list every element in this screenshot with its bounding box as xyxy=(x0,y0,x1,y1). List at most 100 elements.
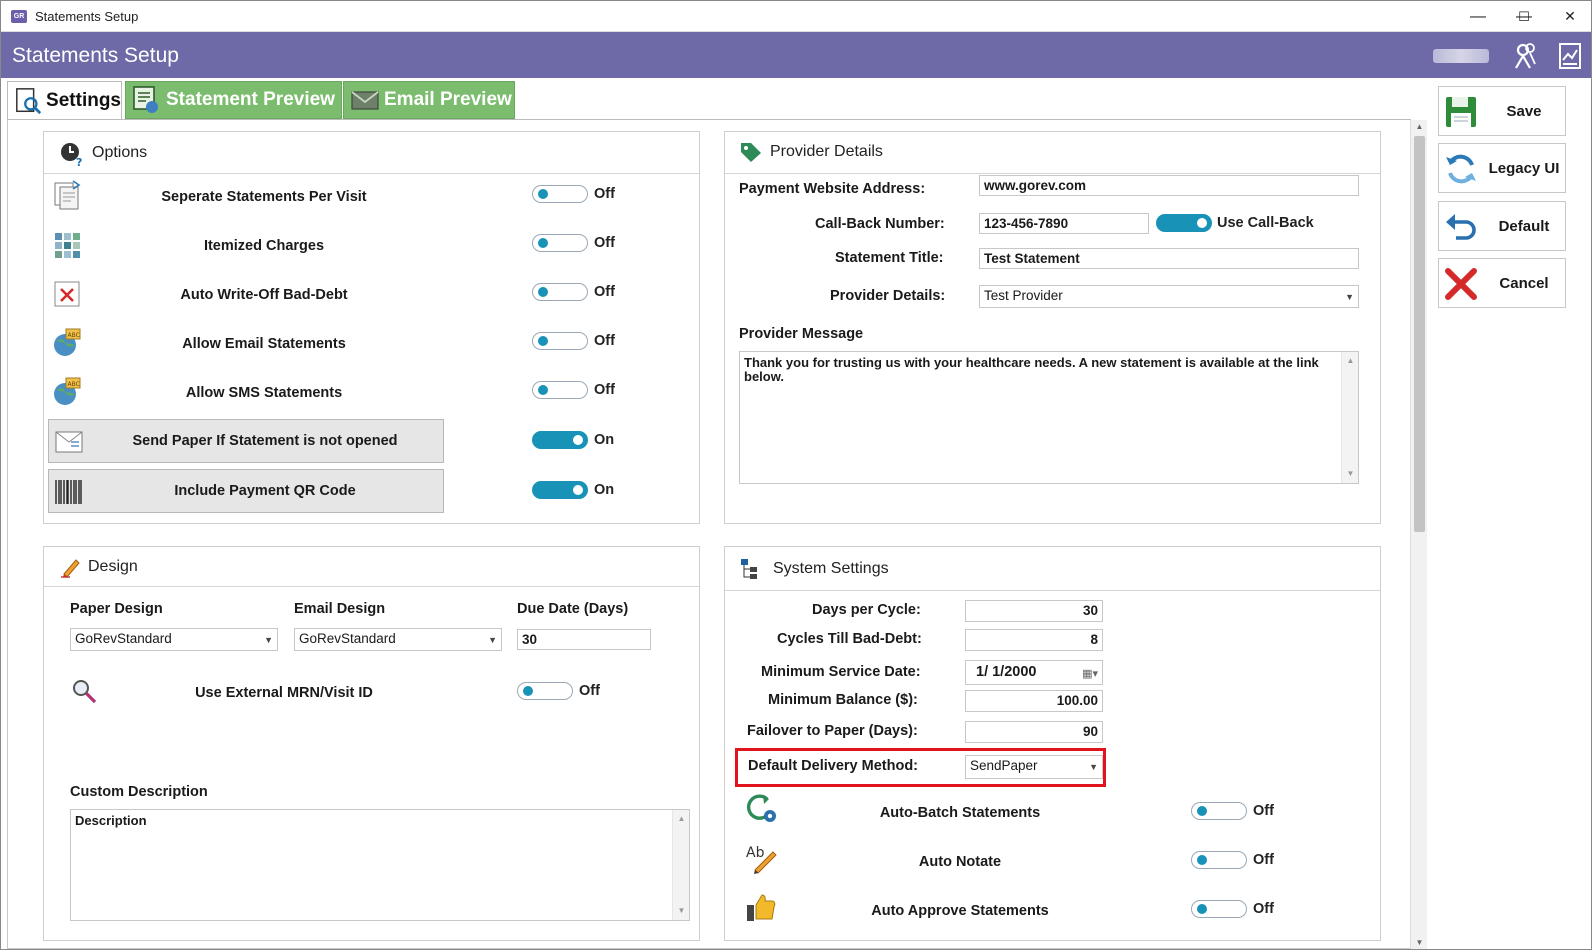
design-panel: Design Paper Design GoRevStandard ▼ Emai… xyxy=(43,546,700,941)
min-balance-input[interactable]: 100.00 xyxy=(965,690,1103,712)
toggle-allow-sms[interactable] xyxy=(532,381,588,399)
scroll-thumb[interactable] xyxy=(1414,136,1425,532)
tab-statement-preview[interactable]: Statement Preview xyxy=(125,81,342,119)
provider-details-panel: Provider Details Payment Website Address… xyxy=(724,131,1381,524)
svg-text:ABC: ABC xyxy=(68,332,80,339)
globe-email-icon: ABC xyxy=(54,328,81,356)
scroll-up-arrow[interactable]: ▲ xyxy=(1411,122,1428,131)
cycles-bad-debt-input[interactable]: 8 xyxy=(965,629,1103,651)
paper-design-value: GoRevStandard xyxy=(75,631,172,646)
toggle-state-sms: Off xyxy=(594,382,615,398)
paper-design-label: Paper Design xyxy=(70,601,163,617)
auto-batch-icon xyxy=(747,794,776,822)
barcode-icon xyxy=(55,480,82,504)
toggle-state-send-paper: On xyxy=(594,432,615,448)
report-icon[interactable] xyxy=(1557,42,1583,70)
design-header: Design xyxy=(44,547,699,587)
page-title: Statements Setup xyxy=(12,44,179,67)
undo-icon xyxy=(1446,214,1476,240)
toggle-auto-batch[interactable] xyxy=(1191,802,1247,820)
users-icon[interactable] xyxy=(1513,42,1539,70)
chevron-down-icon: ▼ xyxy=(1345,291,1354,302)
provider-details-select[interactable]: Test Provider ▼ xyxy=(979,285,1359,308)
send-paper-row[interactable]: Send Paper If Statement is not opened xyxy=(48,419,444,463)
description-scrollbar[interactable]: ▲ ▼ xyxy=(672,810,689,920)
tab-email-preview-label: Email Preview xyxy=(384,89,512,110)
cancel-button[interactable]: Cancel xyxy=(1438,258,1566,308)
email-design-value: GoRevStandard xyxy=(299,631,396,646)
toggle-itemized-charges[interactable] xyxy=(532,234,588,252)
statement-title-label: Statement Title: xyxy=(835,250,944,266)
option-label-qr-code: Include Payment QR Code xyxy=(174,483,356,499)
toggle-state-auto-approve: Off xyxy=(1253,901,1274,917)
auto-approve-label: Auto Approve Statements xyxy=(871,903,1049,919)
option-label-email: Allow Email Statements xyxy=(182,336,346,352)
toggle-external-mrn[interactable] xyxy=(517,682,573,700)
legacy-ui-button[interactable]: Legacy UI xyxy=(1438,143,1566,193)
delivery-method-select[interactable]: SendPaper ▼ xyxy=(965,755,1103,779)
paper-design-select[interactable]: GoRevStandard ▼ xyxy=(70,628,278,651)
options-panel: ? Options Seperate Statements Per Visit … xyxy=(43,131,700,524)
scroll-down-arrow[interactable]: ▼ xyxy=(1411,938,1428,947)
message-scroll-down[interactable]: ▼ xyxy=(1342,467,1359,481)
days-per-cycle-input[interactable]: 30 xyxy=(965,600,1103,622)
option-label-sms: Allow SMS Statements xyxy=(185,385,343,401)
qr-code-row[interactable]: Include Payment QR Code xyxy=(48,469,444,513)
due-date-label: Due Date (Days) xyxy=(517,601,629,617)
min-balance-label: Minimum Balance ($): xyxy=(768,692,918,708)
magnifier-icon xyxy=(73,680,97,704)
chevron-down-icon: ▼ xyxy=(1089,762,1098,772)
message-scroll-up[interactable]: ▲ xyxy=(1342,354,1359,368)
system-settings-panel: System Settings Days per Cycle: 30 Cycle… xyxy=(724,546,1381,941)
header-band: Statements Setup xyxy=(1,32,1591,78)
svg-text:ABC: ABC xyxy=(68,381,80,388)
main-scrollbar[interactable]: ▲ ▼ xyxy=(1410,120,1427,949)
calendar-icon[interactable]: ▦▾ xyxy=(1082,665,1098,684)
delivery-method-label: Default Delivery Method: xyxy=(748,758,918,774)
toggle-qr-code[interactable] xyxy=(532,481,588,499)
minimize-btn-alt[interactable]: — xyxy=(1455,1,1501,32)
default-label: Default xyxy=(1498,217,1550,235)
toggle-separate-statements[interactable] xyxy=(532,185,588,203)
chevron-down-icon: ▼ xyxy=(264,634,273,645)
save-button[interactable]: Save xyxy=(1438,86,1566,136)
close-button[interactable]: ✕ xyxy=(1547,1,1591,32)
toggle-auto-write-off[interactable] xyxy=(532,283,588,301)
provider-message-textarea[interactable]: Thank you for trusting us with your heal… xyxy=(739,351,1359,484)
custom-description-textarea[interactable]: Description ▲ ▼ xyxy=(70,809,690,921)
description-scroll-down[interactable]: ▼ xyxy=(673,904,690,918)
message-scrollbar[interactable]: ▲ ▼ xyxy=(1341,352,1358,483)
toggle-use-callback[interactable] xyxy=(1156,214,1212,232)
provider-message-label: Provider Message xyxy=(739,326,864,342)
tag-icon xyxy=(741,143,761,162)
toggle-auto-approve[interactable] xyxy=(1191,900,1247,918)
auto-notate-icon: Ab xyxy=(746,845,777,874)
tab-email-preview[interactable]: Email Preview xyxy=(343,81,515,119)
app-icon: GR xyxy=(11,10,27,23)
custom-description-text: Description xyxy=(75,813,147,828)
options-title: Options xyxy=(92,144,148,161)
cancel-label: Cancel xyxy=(1499,274,1549,292)
options-header: ? Options xyxy=(44,132,699,174)
maximize-button[interactable]: ☐ xyxy=(1501,1,1547,32)
due-date-input[interactable]: 30 xyxy=(517,629,651,650)
toggle-allow-email[interactable] xyxy=(532,332,588,350)
callback-input[interactable]: 123-456-7890 xyxy=(979,213,1149,234)
hierarchy-icon xyxy=(741,559,757,579)
default-button[interactable]: Default xyxy=(1438,201,1566,251)
provider-details-label: Provider Details: xyxy=(830,288,946,304)
failover-input[interactable]: 90 xyxy=(965,721,1103,743)
pencil-icon xyxy=(61,559,80,578)
min-service-date-picker[interactable]: 1/ 1/2000 ▦▾ xyxy=(965,660,1103,685)
tab-settings[interactable]: Settings xyxy=(7,81,122,119)
email-design-select[interactable]: GoRevStandard ▼ xyxy=(294,628,502,651)
save-label: Save xyxy=(1506,102,1542,120)
website-input[interactable]: www.gorev.com xyxy=(979,175,1359,196)
min-service-date-value: 1/ 1/2000 xyxy=(976,664,1037,680)
description-scroll-up[interactable]: ▲ xyxy=(673,812,690,826)
toggle-state-itemized: Off xyxy=(594,235,615,251)
toggle-send-paper[interactable] xyxy=(532,431,588,449)
toggle-auto-notate[interactable] xyxy=(1191,851,1247,869)
provider-title: Provider Details xyxy=(770,143,883,160)
statement-title-input[interactable]: Test Statement xyxy=(979,248,1359,269)
